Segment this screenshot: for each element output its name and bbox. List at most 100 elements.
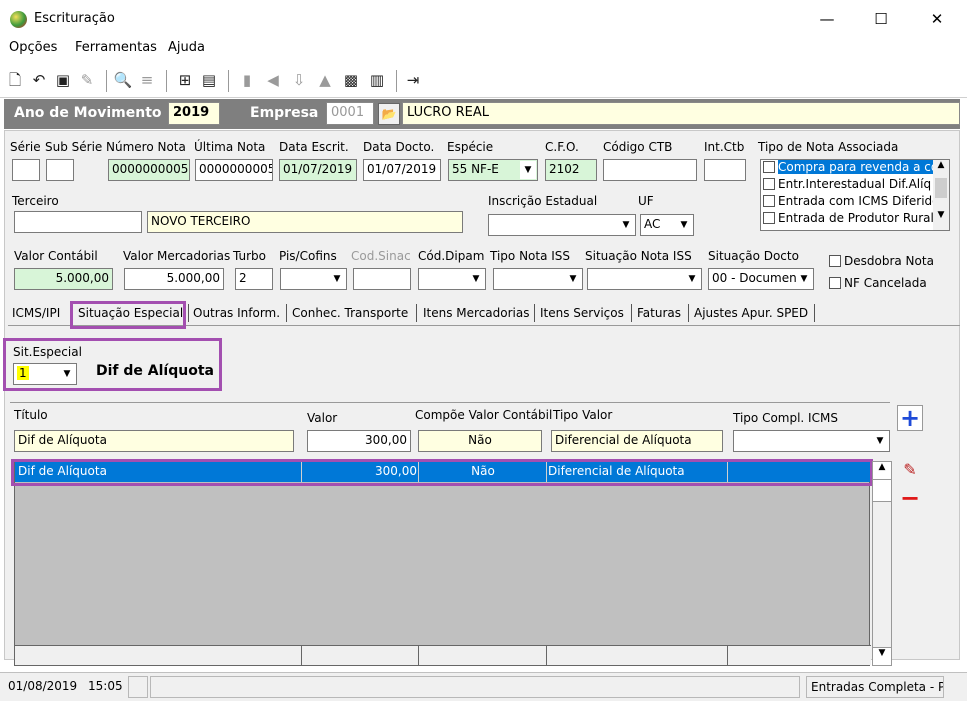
terceiro-code-field[interactable] [14, 211, 142, 233]
chevron-down-icon[interactable]: ▼ [676, 216, 692, 234]
tab-outras-inform[interactable]: Outras Inform. [193, 306, 280, 320]
titulo-field[interactable]: Dif de Alíquota [14, 430, 294, 452]
scroll-down-icon[interactable]: ▼ [873, 647, 891, 665]
tree-icon[interactable]: ⊞ [174, 68, 196, 92]
chevron-down-icon[interactable]: ▼ [565, 270, 581, 288]
turbo-field[interactable]: 2 [235, 268, 273, 290]
situacao-docto-select[interactable]: 00 - Documen ▼ [708, 268, 814, 290]
panel-icon[interactable]: ▥ [366, 68, 388, 92]
tab-ajustes-apur-sped[interactable]: Ajustes Apur. SPED [694, 306, 808, 320]
first-icon[interactable]: ▮ [236, 68, 258, 92]
open-folder-icon[interactable]: 📂 [378, 103, 400, 125]
tab-faturas[interactable]: Faturas [637, 306, 681, 320]
status-panel [150, 676, 800, 698]
close-button[interactable]: ✕ [917, 4, 957, 34]
list-item[interactable]: Entr.Interestadual Dif.Alíq [761, 177, 949, 194]
nf-cancelada-checkbox[interactable]: NF Cancelada [829, 276, 927, 290]
scroll-up-icon[interactable]: ▲ [873, 462, 891, 480]
chevron-down-icon[interactable]: ▼ [796, 270, 812, 288]
checkbox[interactable] [763, 195, 775, 207]
edit-icon[interactable]: ✎ [897, 460, 923, 484]
remove-icon[interactable]: − [897, 486, 923, 512]
next-icon[interactable]: ⇩ [288, 68, 310, 92]
tab-itens-servicos[interactable]: Itens Serviços [540, 306, 624, 320]
checkbox[interactable] [763, 178, 775, 190]
calculator-icon[interactable]: ▩ [340, 68, 362, 92]
ano-field[interactable]: 2019 [168, 102, 220, 125]
especie-select[interactable]: 55 NF-E ▼ [448, 159, 538, 181]
menu-ajuda[interactable]: Ajuda [168, 40, 205, 55]
list-item[interactable]: Entrada de Produtor Rural [761, 211, 949, 228]
grid-footer [15, 645, 871, 666]
codigo-ctb-field[interactable] [603, 159, 697, 181]
minimize-button[interactable]: — [807, 4, 847, 34]
title-bar: Escrituração — ☐ ✕ [0, 0, 967, 38]
cfo-field[interactable]: 2102 [545, 159, 597, 181]
report-icon[interactable]: ▤ [198, 68, 220, 92]
chevron-down-icon[interactable]: ▼ [59, 365, 75, 383]
inscricao-estadual-select[interactable]: ▼ [488, 214, 636, 236]
tipo-compl-select[interactable]: ▼ [733, 430, 890, 452]
nfe-icon[interactable]: ≡ [136, 68, 158, 92]
delete-icon[interactable]: ✎ [76, 68, 98, 92]
tab-separator [631, 304, 632, 322]
last-icon[interactable]: ▲ [314, 68, 336, 92]
uf-select[interactable]: AC ▼ [640, 214, 694, 236]
tab-icms-ipi[interactable]: ICMS/IPI [12, 306, 60, 320]
list-item[interactable]: Compra para revenda a co [761, 160, 949, 177]
scroll-down-icon[interactable]: ▼ [933, 210, 949, 220]
data-escrit-field[interactable]: 01/07/2019 [279, 159, 357, 181]
tab-separator [688, 304, 689, 322]
chevron-down-icon[interactable]: ▼ [329, 270, 345, 288]
list-item[interactable]: Entrada com ICMS Diferido [761, 194, 949, 211]
chevron-down-icon[interactable]: ▼ [468, 270, 484, 288]
sub-serie-field[interactable] [46, 159, 74, 181]
serie-field[interactable] [12, 159, 40, 181]
data-docto-field[interactable]: 01/07/2019 [363, 159, 441, 181]
scroll-thumb[interactable] [873, 480, 891, 502]
checkbox[interactable] [829, 277, 841, 289]
menu-ferramentas[interactable]: Ferramentas [75, 40, 157, 55]
exit-icon[interactable]: ⇥ [402, 68, 424, 92]
undo-icon[interactable]: ↶ [28, 68, 50, 92]
checkbox[interactable] [763, 212, 775, 224]
items-grid[interactable]: Dif de Alíquota 300,00 Não Diferencial d… [14, 461, 871, 666]
chevron-down-icon[interactable]: ▼ [684, 270, 700, 288]
int-ctb-field[interactable] [704, 159, 746, 181]
tipo-valor-field[interactable]: Diferencial de Alíquota [551, 430, 723, 452]
preview-icon[interactable]: 🔍 [112, 68, 134, 92]
chevron-down-icon[interactable]: ▼ [618, 216, 634, 234]
checkbox[interactable] [829, 255, 841, 267]
new-document-icon[interactable]: 🗋 [4, 68, 26, 92]
valor-contabil-field[interactable]: 5.000,00 [14, 268, 113, 290]
scroll-up-icon[interactable]: ▲ [933, 160, 949, 176]
checkbox[interactable] [763, 161, 775, 173]
empresa-code-field[interactable]: 0001 [326, 102, 374, 125]
tab-itens-mercadorias[interactable]: Itens Mercadorias [423, 306, 530, 320]
add-icon[interactable]: + [897, 405, 923, 431]
pis-cofins-label: Pis/Cofins [279, 249, 337, 263]
cod-dipam-select[interactable]: ▼ [418, 268, 486, 290]
save-icon[interactable]: ▣ [52, 68, 74, 92]
tipo-nota-iss-select[interactable]: ▼ [493, 268, 583, 290]
valor-mercadorias-field[interactable]: 5.000,00 [124, 268, 224, 290]
maximize-button[interactable]: ☐ [861, 4, 901, 34]
compoe-field[interactable]: Não [418, 430, 542, 452]
tipo-nota-list[interactable]: Compra para revenda a co Entr.Interestad… [760, 159, 950, 231]
prev-icon[interactable]: ◀ [262, 68, 284, 92]
pis-cofins-select[interactable]: ▼ [280, 268, 347, 290]
tab-conhec-transporte[interactable]: Conhec. Transporte [292, 306, 408, 320]
scroll-thumb[interactable] [935, 178, 947, 198]
terceiro-name-field: NOVO TERCEIRO [147, 211, 463, 233]
situacao-nota-iss-select[interactable]: ▼ [587, 268, 702, 290]
grid-scrollbar[interactable]: ▲ ▼ [872, 461, 892, 666]
chevron-down-icon[interactable]: ▼ [872, 432, 888, 450]
menu-opcoes[interactable]: Opções [9, 40, 57, 55]
list-scrollbar[interactable]: ▲ ▼ [933, 160, 949, 230]
valor-field[interactable]: 300,00 [307, 430, 411, 452]
sit-especial-select[interactable]: 1 ▼ [13, 363, 77, 385]
chevron-down-icon[interactable]: ▼ [520, 161, 536, 179]
numero-nota-field[interactable]: 0000000005 [108, 159, 190, 181]
cod-sinac-field [353, 268, 411, 290]
desdobra-nota-checkbox[interactable]: Desdobra Nota [829, 254, 934, 268]
